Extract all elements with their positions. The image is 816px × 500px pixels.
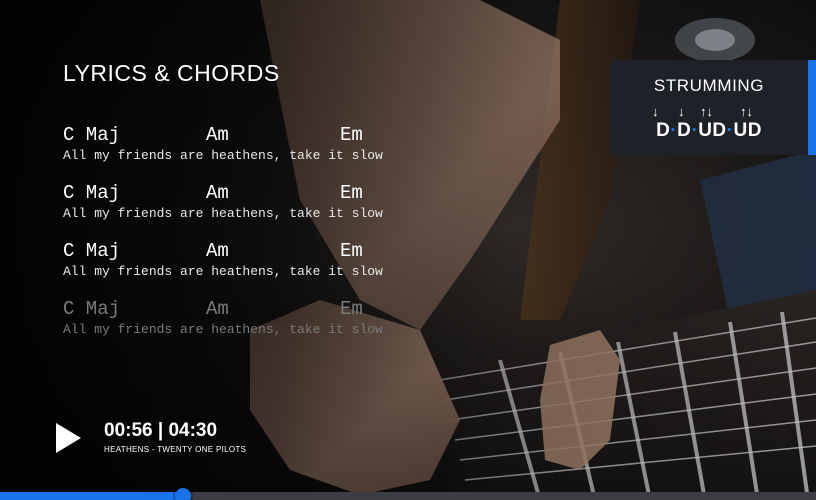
chord-label: C Maj [63, 240, 121, 262]
strum-arrow-up-down-icon: ↑↓ [700, 104, 713, 119]
strum-arrow-up-down-icon: ↑↓ [740, 104, 753, 119]
chord-label: Em [340, 182, 363, 204]
progress-fill [0, 492, 183, 500]
lyric-line-upcoming: C Maj Am Em All my friends are heathens,… [63, 298, 443, 356]
chord-label: C Maj [63, 124, 121, 146]
chord-label: Em [340, 240, 363, 262]
chord-label: Em [340, 124, 363, 146]
lyric-line: C Maj Am Em All my friends are heathens,… [63, 182, 443, 240]
strum-step: D [677, 120, 692, 141]
page-title: LYRICS & CHORDS [63, 60, 280, 86]
strumming-panel: STRUMMING ↓ ↓ ↑↓ ↑↓ D·D·UD·UD [610, 60, 816, 155]
strumming-title: STRUMMING [653, 76, 765, 95]
lyric-text: All my friends are heathens, take it slo… [63, 148, 383, 163]
chord-row: C Maj Am Em [63, 124, 443, 146]
chord-label: Am [206, 182, 229, 204]
chord-label: C Maj [63, 298, 121, 320]
strum-step: D [656, 120, 671, 141]
chord-label: Am [206, 298, 229, 320]
strum-pattern: D·D·UD·UD [610, 120, 808, 142]
lyric-text: All my friends are heathens, take it slo… [63, 264, 383, 279]
chord-row: C Maj Am Em [63, 240, 443, 262]
chord-label: C Maj [63, 182, 121, 204]
strum-arrow-down-icon: ↓ [652, 104, 659, 119]
strum-step: UD [698, 120, 727, 141]
play-button[interactable] [54, 422, 82, 454]
play-icon [56, 423, 81, 453]
lyric-line: C Maj Am Em All my friends are heathens,… [63, 124, 443, 182]
lyric-line: C Maj Am Em All my friends are heathens,… [63, 240, 443, 298]
strum-arrow-down-icon: ↓ [678, 104, 685, 119]
progress-bar[interactable] [0, 488, 816, 500]
strum-step: UD [733, 120, 762, 141]
lyric-text: All my friends are heathens, take it slo… [63, 322, 383, 337]
chord-label: Am [206, 124, 229, 146]
strumming-accent-bar [808, 60, 816, 155]
song-title: HEATHENS - TWENTY ONE PILOTS [104, 445, 247, 454]
time-display: 00:56 | 04:30 [104, 420, 218, 441]
progress-handle[interactable] [174, 488, 191, 500]
chord-label: Em [340, 298, 363, 320]
chord-row: C Maj Am Em [63, 298, 443, 320]
chord-row: C Maj Am Em [63, 182, 443, 204]
lyrics-list: C Maj Am Em All my friends are heathens,… [63, 124, 443, 356]
player-screen: LYRICS & CHORDS C Maj Am Em All my frien… [0, 0, 816, 500]
lyric-text: All my friends are heathens, take it slo… [63, 206, 383, 221]
chord-label: Am [206, 240, 229, 262]
